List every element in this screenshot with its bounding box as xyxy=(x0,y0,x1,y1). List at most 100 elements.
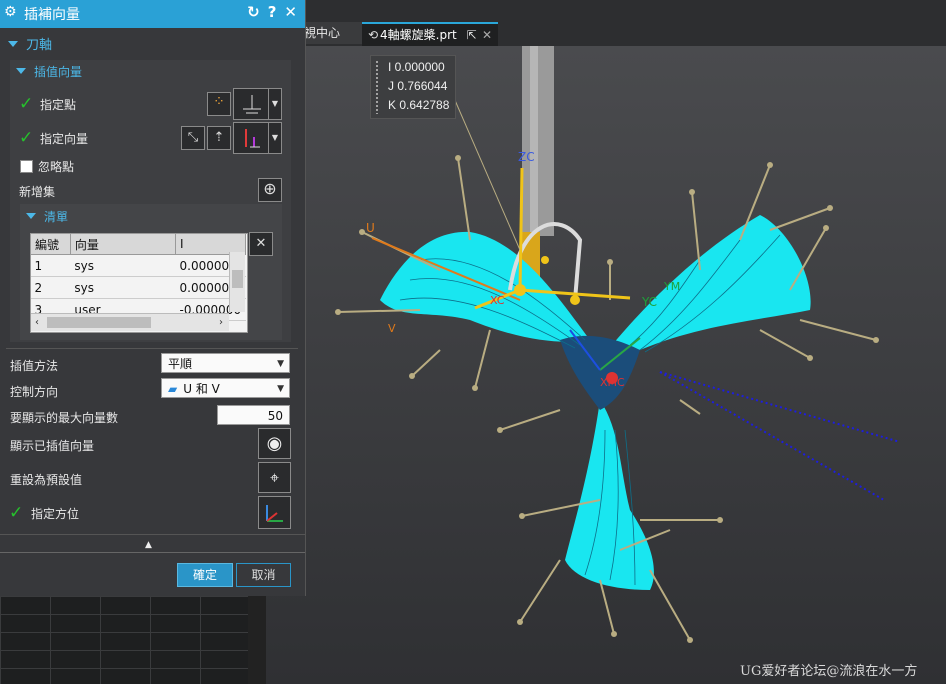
background-spreadsheet-grid xyxy=(0,596,248,684)
divider xyxy=(0,552,305,553)
zc-label: ZC xyxy=(518,150,535,164)
dialog-title: 插補向量 xyxy=(24,7,80,23)
section-tool-axis[interactable]: 刀軸 xyxy=(8,34,52,53)
column-header-vector[interactable]: 向量 xyxy=(69,233,177,255)
cell-vector: sys xyxy=(70,276,176,299)
v-label: V xyxy=(388,322,396,335)
reset-defaults-button[interactable]: ⌖ xyxy=(258,462,291,493)
table-header-row: 編號 向量 I xyxy=(30,233,246,255)
vector-list-table: 編號 向量 I 1 sys 0.000000 2 sys 0.000000 3 … xyxy=(30,233,246,321)
csys-icon xyxy=(266,505,283,522)
tooltip-grip-handle[interactable] xyxy=(375,60,379,114)
new-set-label: 新增集 xyxy=(19,185,56,199)
column-header-no[interactable]: 編號 xyxy=(30,233,71,255)
divider xyxy=(6,348,298,349)
collapse-up-icon[interactable]: ▲ xyxy=(145,540,152,550)
tooltip-j-value: J 0.766044 xyxy=(388,79,448,93)
interp-method-label: 插值方法 xyxy=(10,359,59,373)
reset-defaults-label: 重設為預設值 xyxy=(10,473,83,487)
check-icon: ✓ xyxy=(9,503,24,523)
point-type-dropdown[interactable]: ▼ xyxy=(268,88,282,120)
dialog-titlebar[interactable]: ⚙ 插補向量 ↻? ✕ xyxy=(0,0,305,28)
vector-type-dropdown[interactable]: ▼ xyxy=(268,122,282,154)
scroll-left-icon[interactable]: ‹ xyxy=(35,317,39,328)
tab-label: 視中心 xyxy=(304,26,341,40)
collapse-triangle-icon xyxy=(16,68,26,74)
tab-propeller-part[interactable]: ⟲ 4軸螺旋槳.prt ⇱ ✕ xyxy=(362,22,498,47)
propeller-model-view[interactable]: ZC YC XC YM XMC U V xyxy=(266,46,946,684)
vector-ijk-tooltip: I 0.000000 J 0.766044 K 0.642788 xyxy=(370,55,456,119)
background-scroll-strip xyxy=(248,590,266,684)
interpolate-vector-dialog: ⚙ 插補向量 ↻? ✕ 刀軸 插值向量 ✓ 指定點 ⁘ ▼ ✓ 指定向量 ⤡ ⇡ … xyxy=(0,0,306,596)
part-file-icon: ⟲ xyxy=(367,28,379,42)
table-row[interactable]: 2 sys 0.000000 xyxy=(30,276,246,299)
chevron-down-icon: ▼ xyxy=(277,384,284,394)
horizontal-scroll-thumb[interactable] xyxy=(47,317,151,328)
specify-vector-label: 指定向量 xyxy=(40,132,89,146)
vector-dialog-button[interactable]: ⇡ xyxy=(207,126,231,150)
tab-label: 4軸螺旋槳.prt xyxy=(380,28,457,42)
tab-view-center[interactable]: 視中心 xyxy=(300,22,364,44)
max-vectors-label: 要顯示的最大向量數 xyxy=(10,411,119,425)
specify-orientation-label: 指定方位 xyxy=(31,507,80,521)
u-label: U xyxy=(366,221,375,235)
ok-button[interactable]: 確定 xyxy=(177,563,233,587)
close-icon[interactable]: ✕ xyxy=(284,3,297,21)
tool-holder-highlight xyxy=(530,46,538,236)
specify-point-label: 指定點 xyxy=(40,98,77,112)
reset-crosshair-icon: ⌖ xyxy=(269,468,279,487)
ignore-point-checkbox[interactable] xyxy=(20,160,33,173)
watermark: UG爱好者论坛@流浪在水一方 xyxy=(740,664,918,679)
vector-inference-icon xyxy=(245,129,260,148)
external-link-icon[interactable]: ⇱ xyxy=(467,28,477,42)
max-vectors-input[interactable]: 50 xyxy=(217,405,290,425)
specify-orientation-button[interactable] xyxy=(258,496,291,529)
control-direction-label: 控制方向 xyxy=(10,385,59,399)
vertical-scrollbar[interactable] xyxy=(229,252,245,312)
blade-left xyxy=(380,231,590,342)
check-icon: ✓ xyxy=(19,128,34,148)
collapse-triangle-icon xyxy=(8,41,18,47)
chevron-down-icon: ▼ xyxy=(277,359,284,369)
add-new-set-button[interactable]: ⊕ xyxy=(258,178,282,202)
surface-uv-icon: ▰ xyxy=(168,382,178,396)
cell-no: 2 xyxy=(30,276,71,299)
blade-bottom xyxy=(565,400,654,590)
close-tab-icon[interactable]: ✕ xyxy=(482,24,492,46)
show-vectors-button[interactable]: ◉ xyxy=(258,428,291,459)
table-row[interactable]: 1 sys 0.000000 xyxy=(30,254,246,277)
eye-icon: ◉ xyxy=(266,433,283,454)
check-icon: ✓ xyxy=(19,94,34,114)
yc-label: YC xyxy=(641,295,657,309)
ym-label: YM xyxy=(663,280,680,293)
interp-method-select[interactable]: 平順 ▼ xyxy=(161,353,290,373)
ignore-point-label: 忽略點 xyxy=(38,160,75,174)
blade-right xyxy=(612,215,811,350)
vector-type-button[interactable] xyxy=(233,122,271,154)
collapse-triangle-icon xyxy=(26,213,36,219)
tooltip-i-value: I 0.000000 xyxy=(388,60,445,74)
help-icon[interactable]: ? xyxy=(268,3,277,21)
gear-icon: ⚙ xyxy=(4,4,17,20)
point-dialog-button[interactable]: ⁘ xyxy=(207,92,231,116)
reset-dialog-icon[interactable]: ↻ xyxy=(247,3,260,21)
section-list[interactable]: 清單 xyxy=(26,208,68,225)
control-direction-select[interactable]: ▰ U 和 V ▼ xyxy=(161,378,290,398)
tooltip-leader-line xyxy=(453,97,521,251)
cell-vector: sys xyxy=(70,254,176,277)
divider xyxy=(0,534,305,535)
cell-no: 1 xyxy=(30,254,71,277)
xc-label: XC xyxy=(490,294,505,307)
horizontal-scrollbar[interactable]: ‹ › xyxy=(31,313,229,331)
reverse-direction-button[interactable]: ⤡ xyxy=(181,126,205,150)
section-interp-vector[interactable]: 插值向量 xyxy=(16,63,82,80)
vertical-scroll-thumb[interactable] xyxy=(232,270,243,288)
point-snap-icon xyxy=(243,95,261,114)
tooltip-k-value: K 0.642788 xyxy=(388,98,450,112)
scroll-right-icon[interactable]: › xyxy=(219,314,223,331)
cancel-button[interactable]: 取消 xyxy=(236,563,291,587)
xmc-label: XMC xyxy=(600,376,625,389)
delete-vector-button[interactable]: ✕ xyxy=(249,232,273,256)
point-type-button[interactable] xyxy=(233,88,271,120)
show-vectors-label: 顯示已插值向量 xyxy=(10,439,95,453)
